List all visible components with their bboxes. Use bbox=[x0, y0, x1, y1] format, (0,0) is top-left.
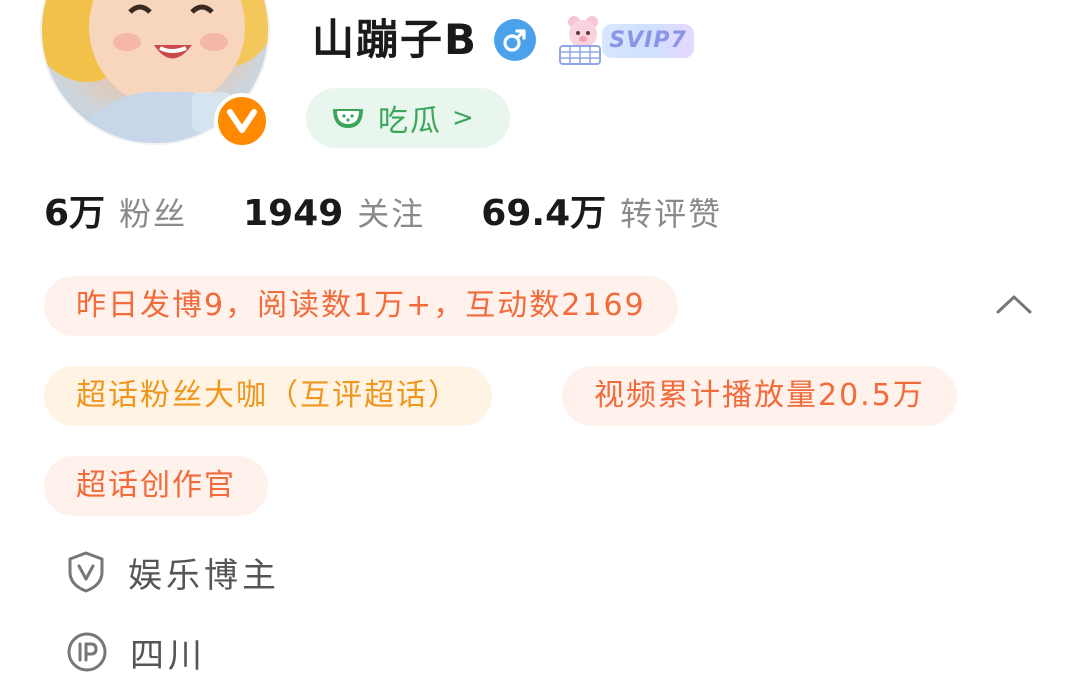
svip-badge[interactable]: SVIP7 bbox=[552, 12, 698, 68]
watermelon-icon bbox=[333, 109, 363, 128]
bear-icon bbox=[559, 16, 602, 65]
chigua-label: 吃瓜 bbox=[378, 104, 442, 139]
male-icon bbox=[494, 19, 537, 61]
svip-label: SVIP7 bbox=[602, 24, 695, 58]
chip-video-views[interactable]: 视频累计播放量20.5万 bbox=[562, 366, 957, 426]
chigua-button[interactable]: 吃瓜 > bbox=[306, 88, 510, 148]
username: 山蹦子B bbox=[312, 15, 479, 64]
stat-following[interactable]: 1949 关注 bbox=[243, 189, 425, 235]
ip-icon bbox=[67, 632, 107, 672]
stat-followers[interactable]: 6万 粉丝 bbox=[44, 184, 187, 236]
ip-location-text: 四川 bbox=[130, 635, 206, 676]
verified-v-icon bbox=[214, 93, 270, 149]
stats-row: 6万 粉丝 1949 关注 69.4万 转评赞 bbox=[44, 184, 778, 240]
info-category-row[interactable]: 娱乐博主 bbox=[66, 550, 280, 596]
chevron-up-icon[interactable] bbox=[994, 290, 1034, 320]
stat-label: 关注 bbox=[357, 195, 426, 233]
shield-v-icon bbox=[68, 551, 104, 593]
category-text: 娱乐博主 bbox=[128, 555, 280, 596]
stat-value: 69.4万 bbox=[481, 193, 607, 234]
chip-supertopic-fan[interactable]: 超话粉丝大咖（互评超话） bbox=[44, 366, 492, 426]
chip-supertopic-creator[interactable]: 超话创作官 bbox=[44, 456, 268, 516]
chevron-right-icon: > bbox=[452, 103, 474, 133]
stat-interactions[interactable]: 69.4万 转评赞 bbox=[481, 184, 722, 236]
name-row: 山蹦子B SVIP7 bbox=[312, 12, 698, 68]
stat-label: 粉丝 bbox=[119, 195, 188, 233]
stat-value: 6万 bbox=[44, 193, 106, 234]
profile-header: 山蹦子B SVIP7 吃瓜 > 6万 粉丝 1949 关注 69.4万 转评赞 … bbox=[0, 0, 1080, 700]
chip-daily-stats[interactable]: 昨日发博9，阅读数1万+，互动数2169 bbox=[44, 276, 678, 336]
info-ip-row: 四川 bbox=[66, 630, 206, 676]
avatar-container[interactable] bbox=[40, 0, 270, 149]
stat-label: 转评赞 bbox=[620, 195, 723, 233]
stat-value: 1949 bbox=[243, 193, 344, 234]
